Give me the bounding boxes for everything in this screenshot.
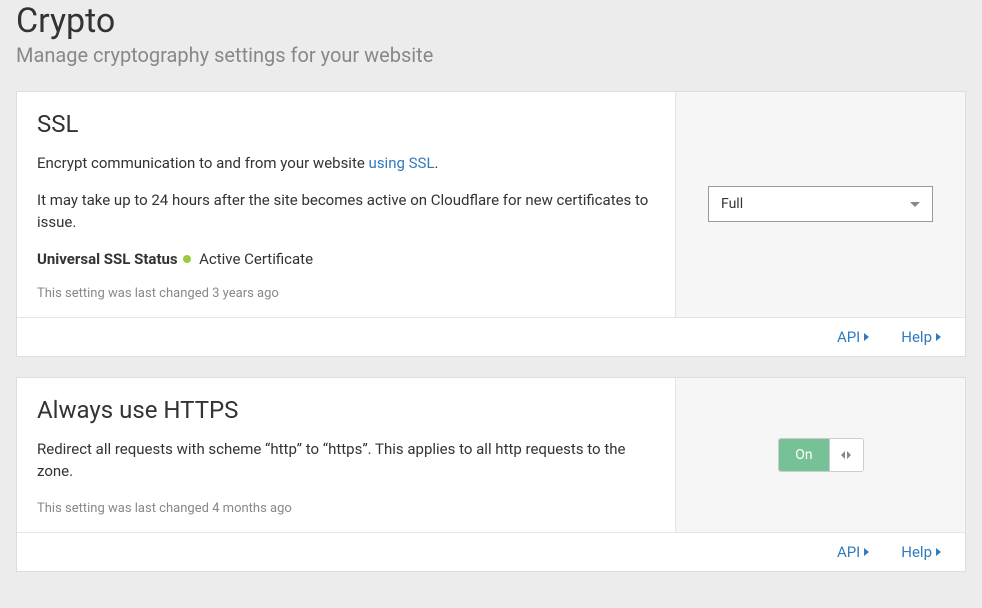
status-dot-icon xyxy=(183,255,191,263)
using-ssl-link[interactable]: using SSL xyxy=(369,154,435,172)
ssl-desc-pre: Encrypt communication to and from your w… xyxy=(37,154,369,172)
ssl-mode-select[interactable]: Full xyxy=(708,186,933,222)
chevron-down-icon xyxy=(910,202,920,207)
ssl-desc-post: . xyxy=(435,154,439,172)
page-subtitle: Manage cryptography settings for your we… xyxy=(16,43,966,67)
caret-right-icon xyxy=(864,333,869,341)
ssl-select-value: Full xyxy=(721,196,743,212)
https-title: Always use HTTPS xyxy=(37,396,655,424)
ssl-status-text: Active Certificate xyxy=(199,250,313,268)
toggle-handle xyxy=(829,439,862,471)
ssl-title: SSL xyxy=(37,110,655,138)
ssl-api-label: API xyxy=(837,328,860,346)
ssl-desc: Encrypt communication to and from your w… xyxy=(37,152,655,175)
caret-right-icon xyxy=(864,548,869,556)
ssl-help-link[interactable]: Help xyxy=(901,328,941,346)
page-title: Crypto xyxy=(16,0,966,41)
ssl-note: It may take up to 24 hours after the sit… xyxy=(37,189,655,234)
grip-icon xyxy=(841,451,851,459)
https-meta: This setting was last changed 4 months a… xyxy=(37,501,655,516)
ssl-help-label: Help xyxy=(901,328,932,346)
caret-right-icon xyxy=(936,548,941,556)
toggle-on-label: On xyxy=(779,439,830,471)
https-help-link[interactable]: Help xyxy=(901,543,941,561)
ssl-status-line: Universal SSL Status Active Certificate xyxy=(37,250,655,268)
https-card: Always use HTTPS Redirect all requests w… xyxy=(16,377,966,572)
https-api-link[interactable]: API xyxy=(837,543,869,561)
https-toggle[interactable]: On xyxy=(778,438,864,472)
ssl-api-link[interactable]: API xyxy=(837,328,869,346)
caret-right-icon xyxy=(936,333,941,341)
https-api-label: API xyxy=(837,543,860,561)
https-desc: Redirect all requests with scheme “http”… xyxy=(37,438,655,483)
ssl-meta: This setting was last changed 3 years ag… xyxy=(37,286,655,301)
ssl-card: SSL Encrypt communication to and from yo… xyxy=(16,91,966,357)
https-help-label: Help xyxy=(901,543,932,561)
ssl-status-label: Universal SSL Status xyxy=(37,250,178,268)
